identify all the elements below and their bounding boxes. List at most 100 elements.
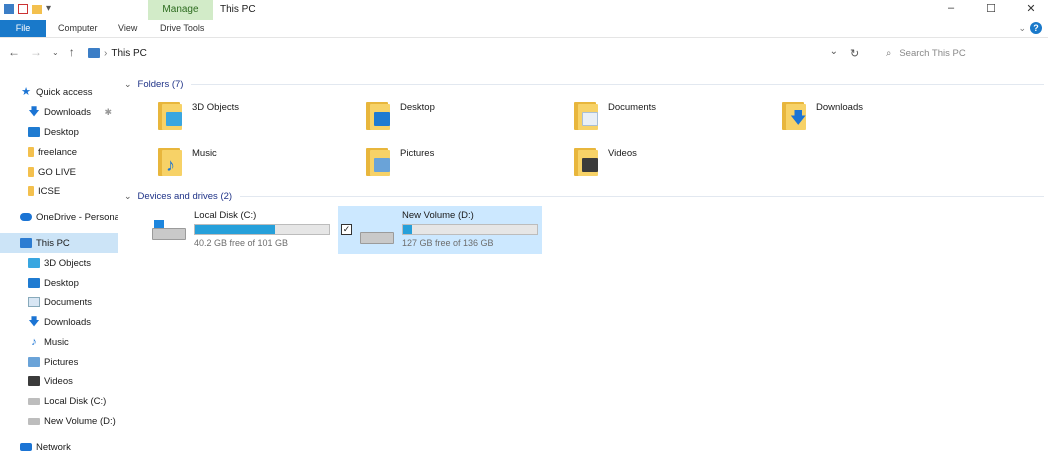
document-icon xyxy=(28,297,40,307)
sidebar-item-label: Network xyxy=(36,441,71,453)
navigation-pane: ★ Quick access 🡇 Downloads ✱ Desktop fre… xyxy=(0,82,118,465)
folder-label: Documents xyxy=(608,102,657,113)
sidebar-item-this-pc[interactable]: This PC xyxy=(0,233,118,253)
selection-checkbox[interactable]: ✓ xyxy=(341,224,352,235)
close-button[interactable]: ✕ xyxy=(1024,2,1038,15)
music-icon: ♪ xyxy=(31,336,37,348)
folders-group-header[interactable]: ⌄ Folders (7) xyxy=(124,79,1044,90)
sidebar-item-desktop[interactable]: Desktop xyxy=(0,273,118,293)
sidebar-item-videos[interactable]: Videos xyxy=(0,371,118,391)
sidebar-item-music[interactable]: ♪ Music xyxy=(0,332,118,352)
star-icon: ★ xyxy=(21,86,31,98)
search-input[interactable]: ⌕ Search This PC xyxy=(880,44,1040,62)
drive-free-space: 127 GB free of 136 GB xyxy=(402,238,494,248)
drive-usage-bar xyxy=(194,224,330,235)
maximize-button[interactable]: ☐ xyxy=(984,2,998,15)
title-bar: ▾ Manage This PC – ☐ ✕ xyxy=(0,0,1048,20)
sidebar-item-pictures[interactable]: Pictures xyxy=(0,352,118,372)
sidebar-item-new-volume-d[interactable]: New Volume (D:) xyxy=(0,411,118,431)
folder-tile-downloads[interactable]: 🡇 Downloads xyxy=(780,100,980,140)
folder-tile-desktop[interactable]: Desktop xyxy=(364,100,564,140)
download-icon: 🡇 xyxy=(28,316,40,328)
forward-arrow-icon[interactable]: → xyxy=(30,45,42,59)
drives-group-header[interactable]: ⌄ Devices and drives (2) xyxy=(124,191,1044,202)
folder-label: Videos xyxy=(608,148,637,159)
back-arrow-icon[interactable]: ← xyxy=(8,45,20,59)
folder-tile-music[interactable]: ♪ Music xyxy=(156,146,356,186)
sidebar-item-go-live[interactable]: GO LIVE xyxy=(0,162,118,182)
up-arrow-icon[interactable]: ↑ xyxy=(69,45,75,59)
desktop-folder-icon xyxy=(364,100,394,132)
onedrive-icon xyxy=(20,213,32,221)
tab-file[interactable]: File xyxy=(0,20,46,37)
breadcrumb-separator-icon[interactable]: › xyxy=(104,48,107,59)
folder-label: Downloads xyxy=(816,102,863,113)
tab-computer[interactable]: Computer xyxy=(58,20,98,37)
sidebar-item-label: ICSE xyxy=(38,185,61,197)
folder-tile-videos[interactable]: Videos xyxy=(572,146,772,186)
sidebar-item-desktop-quick[interactable]: Desktop xyxy=(0,122,118,142)
folder-icon xyxy=(28,147,34,157)
collapse-chevron-icon[interactable]: ⌄ xyxy=(124,79,132,90)
sidebar-item-label: Documents xyxy=(44,296,93,308)
folder-label: Music xyxy=(192,148,217,159)
pc-icon xyxy=(20,238,32,248)
drive-usage-fill xyxy=(403,225,413,234)
sidebar-item-label: freelance xyxy=(38,146,78,158)
sidebar-item-quick-access[interactable]: ★ Quick access xyxy=(0,82,118,102)
drive-name: Local Disk (C:) xyxy=(194,210,257,221)
breadcrumb-this-pc[interactable]: This PC xyxy=(111,48,147,59)
tab-drive-tools[interactable]: Drive Tools xyxy=(160,20,204,37)
sidebar-item-label: GO LIVE xyxy=(38,166,77,178)
music-folder-icon: ♪ xyxy=(156,146,186,178)
sidebar-item-network[interactable]: Network xyxy=(0,437,118,457)
group-title: Devices and drives (2) xyxy=(137,191,233,202)
windows-drive-icon xyxy=(152,220,188,242)
drive-tile-local-disk-c[interactable]: Local Disk (C:) 40.2 GB free of 101 GB xyxy=(136,206,336,254)
qat-dropdown-icon[interactable]: ▾ xyxy=(46,3,51,15)
window-title: This PC xyxy=(220,4,256,15)
sidebar-item-onedrive[interactable]: OneDrive - Personal xyxy=(0,207,118,227)
pin-icon[interactable]: ✱ xyxy=(104,107,112,118)
sidebar-item-documents[interactable]: Documents xyxy=(0,292,118,312)
folder-icon xyxy=(28,186,34,196)
cube-icon xyxy=(28,258,40,268)
sidebar-item-local-disk-c[interactable]: Local Disk (C:) xyxy=(0,391,118,411)
address-dropdown-icon[interactable]: ⌄ xyxy=(830,46,838,57)
sidebar-item-downloads-quick[interactable]: 🡇 Downloads ✱ xyxy=(0,102,118,122)
sidebar-item-downloads[interactable]: 🡇 Downloads xyxy=(0,312,118,332)
refresh-icon[interactable]: ↻ xyxy=(850,47,859,60)
ribbon-tabs: File Computer View Drive Tools ⌄ ? xyxy=(0,20,1048,38)
drive-name: New Volume (D:) xyxy=(402,210,474,221)
folder-tile-3d-objects[interactable]: 3D Objects xyxy=(156,100,356,140)
folder-tile-documents[interactable]: Documents xyxy=(572,100,772,140)
folder-label: 3D Objects xyxy=(192,102,239,113)
sidebar-item-3d-objects[interactable]: 3D Objects xyxy=(0,253,118,273)
search-placeholder: Search This PC xyxy=(899,47,966,59)
address-bar-row: ← → ⌄ ↑ › This PC ⌄ ↻ ⌕ Search This PC xyxy=(0,40,1048,66)
drive-usage-bar xyxy=(402,224,538,235)
folder-tile-pictures[interactable]: Pictures xyxy=(364,146,564,186)
folder-icon xyxy=(28,167,34,177)
expand-ribbon-icon[interactable]: ⌄ xyxy=(1018,23,1026,34)
sidebar-item-icse[interactable]: ICSE xyxy=(0,181,118,201)
drive-icon xyxy=(28,417,40,425)
recent-locations-icon[interactable]: ⌄ xyxy=(52,48,59,57)
folder-label: Desktop xyxy=(400,102,435,113)
address-input[interactable]: › This PC ⌄ xyxy=(88,44,844,62)
minimize-button[interactable]: – xyxy=(944,2,958,15)
tab-view[interactable]: View xyxy=(118,20,137,37)
sidebar-item-freelance[interactable]: freelance xyxy=(0,142,118,162)
collapse-chevron-icon[interactable]: ⌄ xyxy=(124,191,132,202)
help-icon[interactable]: ? xyxy=(1030,22,1042,34)
network-icon xyxy=(20,443,32,451)
sidebar-item-label: Desktop xyxy=(44,277,79,289)
sidebar-item-label: This PC xyxy=(36,237,70,249)
quick-access-toolbar: ▾ xyxy=(4,3,51,15)
explorer-icon xyxy=(4,4,14,14)
drive-tile-new-volume-d[interactable]: ✓ New Volume (D:) 127 GB free of 136 GB xyxy=(338,206,542,254)
properties-icon[interactable] xyxy=(18,4,28,14)
new-folder-icon[interactable] xyxy=(32,4,42,14)
group-divider xyxy=(191,84,1044,85)
manage-tab[interactable]: Manage xyxy=(148,0,213,20)
